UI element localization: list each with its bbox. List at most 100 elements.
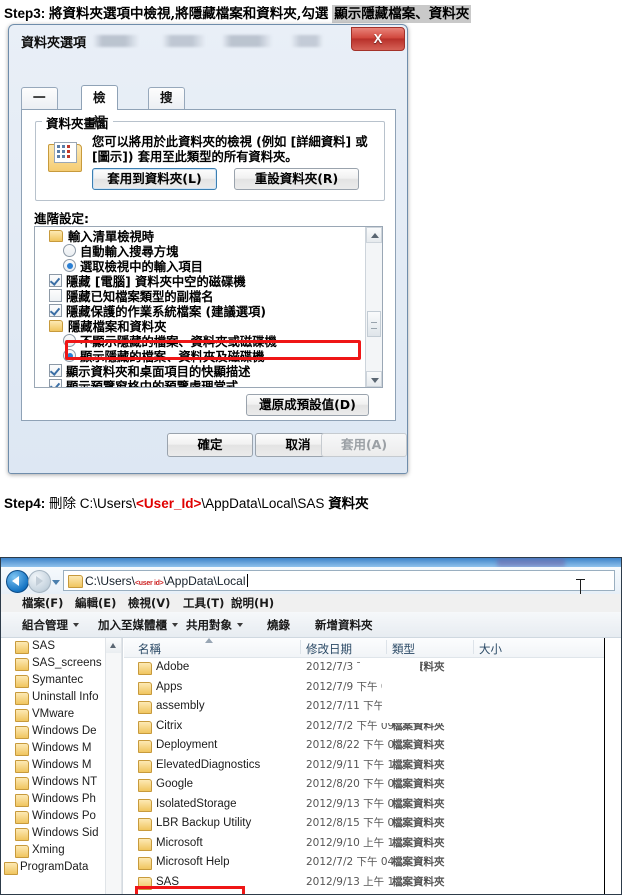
toolbar-organize-button[interactable]: 組合管理 — [22, 617, 79, 633]
file-list-row[interactable]: IsolatedStorage 2012/9/13 下午 0... 檔案資料夾 — [124, 795, 605, 815]
menu-item-help[interactable]: 說明(H) — [231, 595, 274, 611]
advanced-setting-row[interactable]: 顯示隱藏的檔案、資料夾及磁碟機 — [35, 347, 382, 364]
explorer-titlebar[interactable] — [1, 558, 621, 567]
close-icon[interactable]: X — [351, 27, 405, 51]
folder-icon — [138, 701, 152, 714]
explorer-body: SAS SAS_screens Symantec Uninstall Info VMwa… — [1, 638, 621, 894]
radio-icon[interactable] — [63, 259, 76, 272]
folder-icon — [15, 828, 29, 841]
dialog-title: 資料夾選項 — [21, 36, 87, 51]
checkbox-icon[interactable] — [49, 289, 62, 302]
folder-icon — [15, 777, 29, 790]
redacted-region — [382, 675, 482, 723]
checkbox-icon[interactable] — [49, 379, 62, 387]
file-list-row[interactable]: Apps2012/7/9 下午 02...檔案資料夾 — [124, 678, 605, 698]
scroll-up-icon[interactable] — [106, 638, 121, 653]
file-list-row[interactable]: LBR Backup Utility 2012/8/15 下午 0... 檔案資料夾 — [124, 814, 605, 834]
nav-tree-item-label: Symantec — [32, 674, 84, 686]
chevron-down-icon — [172, 623, 178, 627]
back-icon[interactable] — [6, 570, 29, 593]
file-list-row[interactable]: Microsoft Help 2012/7/2 下午 04... 檔案資料夾 — [124, 853, 605, 873]
file-list[interactable]: Adobe2012/7/3 下午 05...檔案資料夾Apps2012/7/9 … — [124, 658, 605, 894]
advanced-setting-row[interactable]: 不顯示隱藏的檔案、資料夾或磁碟機 — [35, 332, 382, 349]
file-name: Symantec — [156, 892, 207, 894]
file-list-row[interactable]: Google 2012/8/20 下午 0... 檔案資料夾 — [124, 775, 605, 795]
file-list-row[interactable]: SAS 2012/9/13 上午 1... 檔案資料夾 — [124, 873, 605, 893]
toolbar-burn-button[interactable]: 燒錄 — [267, 617, 290, 633]
ok-button[interactable]: 確定 — [167, 433, 253, 457]
radio-icon[interactable] — [63, 244, 76, 257]
radio-icon[interactable] — [63, 349, 76, 362]
file-list-row[interactable]: Microsoft 2012/9/10 上午 1... 檔案資料夾 — [124, 834, 605, 854]
nav-tree-item-label: Windows M — [32, 759, 92, 771]
step3-label: Step3: — [4, 6, 46, 21]
tab-search[interactable]: 搜尋 — [148, 87, 185, 125]
explorer-window: C:\Users\<user id>\AppData\Local 檔案(F) 編… — [0, 557, 622, 895]
advanced-setting-row[interactable]: 隱藏已知檔案類型的副檔名 — [35, 287, 382, 304]
scroll-up-icon[interactable] — [366, 227, 382, 243]
tab-view[interactable]: 檢視 — [81, 85, 118, 129]
column-header-type[interactable]: 類型 — [392, 641, 415, 657]
folder-icon — [15, 794, 29, 807]
menu-item-edit[interactable]: 編輯(E) — [75, 595, 116, 611]
advanced-setting-row[interactable]: 自動輸入搜尋方塊 — [35, 242, 382, 259]
menu-item-tools[interactable]: 工具(T) — [183, 595, 224, 611]
nav-tree-item-label: Windows De — [32, 725, 97, 737]
file-list-row[interactable]: Citrix 2012/7/2 下午 09... 檔案資料夾 — [124, 717, 605, 737]
folder-icon — [15, 675, 29, 688]
toolbar-new-folder-button[interactable]: 新增資料夾 — [315, 617, 373, 633]
restore-defaults-button[interactable]: 還原成預設值(D) — [246, 394, 369, 416]
file-list-row[interactable]: assembly2012/7/11 下午 0...檔案資料夾 — [124, 697, 605, 717]
file-name: SAS — [156, 875, 180, 888]
file-type: 檔案資料夾 — [392, 817, 445, 829]
folder-icon — [15, 709, 29, 722]
text-caret — [246, 574, 248, 587]
tab-general[interactable]: 一般 — [21, 87, 58, 125]
advanced-setting-row[interactable]: 選取檢視中的輸入項目 — [35, 257, 382, 274]
folder-icon — [138, 857, 152, 870]
toolbar-include-in-library-button[interactable]: 加入至媒體櫃 — [98, 617, 178, 633]
column-header-date[interactable]: 修改日期 — [306, 641, 352, 657]
chevron-down-icon[interactable] — [52, 580, 60, 585]
checkbox-icon[interactable] — [49, 274, 62, 287]
reset-folders-button[interactable]: 重設資料夾(R) — [234, 168, 359, 190]
step4-label: Step4: — [4, 496, 46, 511]
radio-icon[interactable] — [63, 334, 76, 347]
file-list-row[interactable]: ElevatedDiagnostics 2012/9/11 下午 1... 檔案資料… — [124, 756, 605, 776]
address-input[interactable]: C:\Users\<user id>\AppData\Local — [63, 570, 615, 596]
advanced-setting-row[interactable]: 隱藏 [電腦] 資料夾中空的磁碟機 — [35, 272, 382, 289]
pane-splitter[interactable] — [122, 638, 123, 894]
checkbox-icon[interactable] — [49, 364, 62, 377]
nav-tree-item-label: SAS_screens — [32, 657, 102, 669]
step3-highlight: 顯示隱藏檔案、資料夾 — [332, 5, 472, 23]
advanced-scrollbar[interactable] — [365, 227, 382, 387]
advanced-setting-row[interactable]: 隱藏保護的作業系統檔案 (建議選項) — [35, 302, 382, 319]
file-modified-date: 2012/7/2 下午 04... — [306, 856, 405, 868]
checkbox-icon[interactable] — [49, 304, 62, 317]
address-bar: C:\Users\<user id>\AppData\Local — [1, 567, 621, 596]
scroll-down-icon[interactable] — [366, 371, 382, 387]
advanced-settings-listbox[interactable]: 輸入清單檢視時 自動輸入搜尋方塊 選取檢視中的輸入項目 隱藏 [電腦] 資料夾中空的磁… — [34, 226, 383, 388]
navigation-scrollbar[interactable] — [105, 638, 122, 894]
advanced-setting-row[interactable]: 輸入清單檢視時 — [35, 227, 382, 244]
advanced-setting-row[interactable]: 隱藏檔案和資料夾 — [35, 317, 382, 334]
dialog-titlebar[interactable]: 資料夾選項 X — [9, 25, 407, 56]
column-header-name[interactable]: 名稱 — [138, 641, 161, 657]
step3-heading: Step3: 將資料夾選項中檢視,將隱藏檔案和資料夾,勾選 顯示隱藏檔案、資料夾 — [4, 2, 472, 23]
advanced-setting-row[interactable]: 顯示資料夾和桌面項目的快顯描述 — [35, 362, 382, 379]
apply-to-folders-button[interactable]: 套用到資料夾(L) — [92, 168, 217, 190]
forward-icon[interactable] — [28, 570, 51, 593]
page-right-margin — [622, 557, 639, 895]
file-list-row[interactable]: Deployment 2012/8/22 下午 0... 檔案資料夾 — [124, 736, 605, 756]
advanced-setting-row[interactable]: 顯示預覽窗格中的預覽處理常式 — [35, 377, 382, 387]
advanced-scroll-thumb[interactable] — [367, 311, 381, 337]
folder-views-description: 您可以將用於此資料夾的檢視 (例如 [詳細資料] 或 [圖示]) 套用至此類型的… — [92, 135, 368, 164]
file-list-row[interactable]: Symantec 2012/7/3 上午 09...檔案資料夾 — [124, 892, 605, 894]
menu-item-view[interactable]: 檢視(V) — [128, 595, 170, 611]
command-toolbar: 組合管理 加入至媒體櫃 共用對象 燒錄 新增資料夾 — [1, 612, 621, 638]
navigation-pane[interactable]: SAS SAS_screens Symantec Uninstall Info VMwa… — [1, 638, 124, 894]
column-header-size[interactable]: 大小 — [479, 641, 502, 657]
folder-icon — [15, 845, 29, 858]
toolbar-share-with-button[interactable]: 共用對象 — [186, 617, 243, 633]
menu-item-file[interactable]: 檔案(F) — [22, 595, 63, 611]
